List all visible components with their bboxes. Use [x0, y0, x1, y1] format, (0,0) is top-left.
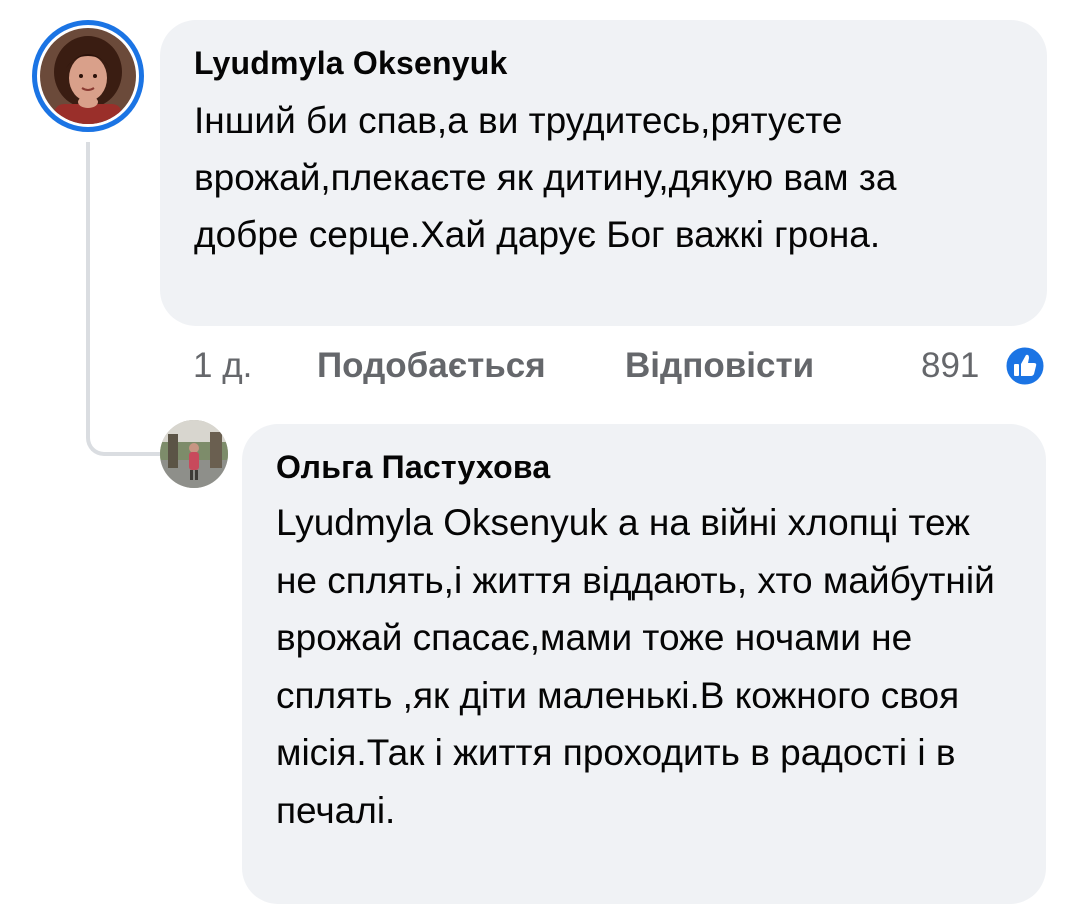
reaction-count[interactable]: 891 — [921, 340, 979, 392]
like-thumb-icon[interactable] — [1003, 344, 1047, 388]
reply-thread-connector — [86, 142, 160, 456]
profile-photo-icon — [160, 420, 228, 488]
comment-bubble: Lyudmyla Oksenyuk Інший би спав,а ви тру… — [160, 20, 1047, 326]
comment-author-name[interactable]: Ольга Пастухова — [276, 446, 1016, 488]
profile-photo-icon — [40, 28, 136, 124]
comment-timestamp[interactable]: 1 д. — [193, 340, 252, 392]
commenter-avatar[interactable] — [32, 20, 144, 132]
reply-comment-bubble: Ольга Пастухова Lyudmyla Oksenyuk а на в… — [242, 424, 1046, 904]
comment-actions: 1 д. Подобається Відповісти 891 — [193, 340, 1053, 392]
like-button[interactable]: Подобається — [317, 340, 546, 392]
reply-commenter-avatar[interactable] — [160, 420, 228, 488]
comment-author-name[interactable]: Lyudmyla Oksenyuk — [194, 42, 1017, 84]
reply-button[interactable]: Відповісти — [625, 340, 814, 392]
comment-text: Lyudmyla Oksenyuk а на війні хлопці теж … — [276, 502, 995, 831]
comment-text: Інший би спав,а ви трудитесь,рятуєте вро… — [194, 100, 897, 255]
